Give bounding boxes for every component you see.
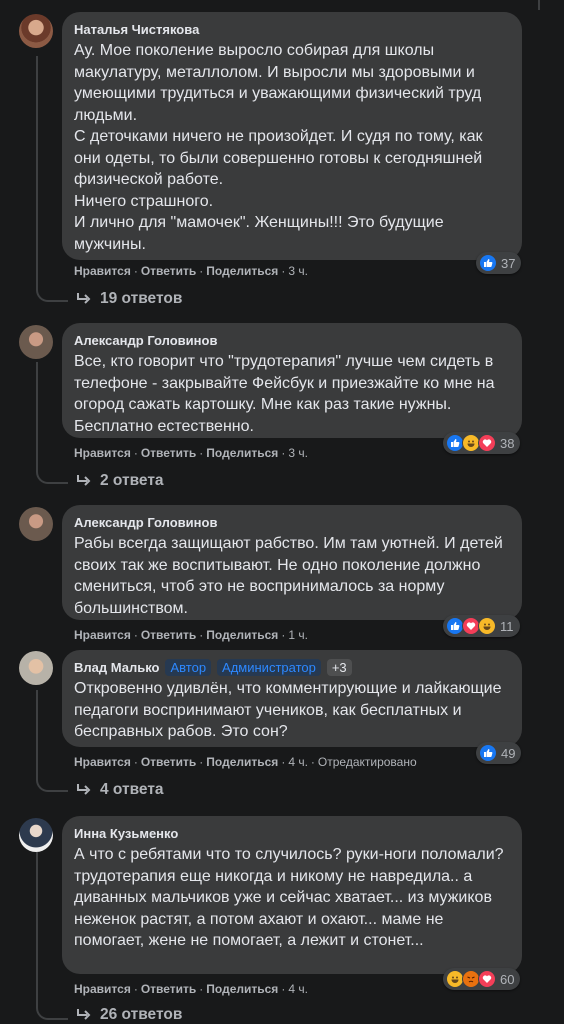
- love-reaction-icon: [478, 434, 496, 452]
- comment-bubble: Александр Головинов Все, кто говорит что…: [62, 323, 522, 438]
- comment-actions: Нравится · Ответить · Поделиться · 4 ч.: [74, 982, 308, 996]
- timestamp[interactable]: 1 ч.: [288, 628, 308, 642]
- reaction-summary[interactable]: 37: [476, 252, 522, 274]
- comment-actions: Нравится · Ответить · Поделиться · 4 ч. · От…: [74, 755, 417, 769]
- view-replies-button[interactable]: 4 ответа: [76, 781, 164, 799]
- reply-arrow-icon: [77, 1009, 91, 1020]
- haha-reaction-icon: [478, 617, 496, 635]
- timestamp[interactable]: 4 ч.: [288, 982, 308, 996]
- like-button[interactable]: Нравится: [74, 628, 131, 642]
- admin-badge: Администратор: [217, 658, 321, 676]
- reaction-count: 37: [501, 255, 516, 271]
- reply-connector: [36, 282, 68, 302]
- reaction-count: 60: [500, 971, 515, 987]
- thread-line: [36, 852, 38, 1000]
- reply-button[interactable]: Ответить: [141, 982, 196, 996]
- comment-bubble: Влад Малько Автор Администратор +3 Откро…: [62, 650, 522, 747]
- reaction-count: 11: [500, 618, 514, 634]
- replies-count: 4 ответа: [100, 781, 164, 798]
- comment-actions: Нравится · Ответить · Поделиться · 1 ч.: [74, 628, 308, 642]
- view-replies-button[interactable]: 2 ответа: [76, 472, 164, 490]
- comment-bubble: Инна Кузьменко А что с ребятами что то с…: [62, 816, 522, 974]
- view-replies-button[interactable]: 19 ответов: [76, 290, 182, 308]
- like-button[interactable]: Нравится: [74, 264, 131, 278]
- like-button[interactable]: Нравится: [74, 446, 131, 460]
- reaction-summary[interactable]: 60: [443, 968, 521, 990]
- reaction-summary[interactable]: 49: [476, 742, 522, 764]
- comment-author[interactable]: Влад Малько: [74, 660, 159, 675]
- comment-text: А что с ребятами что то случилось? руки-…: [74, 846, 504, 949]
- comment-author[interactable]: Александр Головинов: [74, 333, 217, 348]
- timestamp[interactable]: 3 ч.: [288, 446, 308, 460]
- share-button[interactable]: Поделиться: [206, 264, 278, 278]
- timestamp[interactable]: 3 ч.: [288, 264, 308, 278]
- comment-actions: Нравится · Ответить · Поделиться · 3 ч.: [74, 446, 308, 460]
- avatar[interactable]: [19, 14, 53, 48]
- thread-line: [538, 0, 540, 10]
- reply-connector: [36, 1000, 68, 1020]
- thread-line: [36, 56, 38, 282]
- thread-line: [36, 362, 38, 464]
- avatar[interactable]: [19, 818, 53, 852]
- reply-arrow-icon: [77, 475, 91, 486]
- comment-text: Все, кто говорит что "трудотерапия" лучш…: [74, 353, 495, 435]
- love-reaction-icon: [478, 970, 496, 988]
- thread-line: [36, 690, 38, 772]
- comment-text: Ау. Мое поколение выросло собирая для шк…: [74, 42, 483, 253]
- reaction-summary[interactable]: 38: [443, 432, 521, 454]
- more-badges-button[interactable]: +3: [326, 658, 352, 676]
- reaction-count: 38: [500, 435, 515, 451]
- share-button[interactable]: Поделиться: [206, 628, 278, 642]
- comment-author[interactable]: Александр Головинов: [74, 515, 217, 530]
- share-button[interactable]: Поделиться: [206, 982, 278, 996]
- reply-button[interactable]: Ответить: [141, 264, 196, 278]
- like-button[interactable]: Нравится: [74, 755, 131, 769]
- reaction-count: 49: [501, 745, 516, 761]
- reply-arrow-icon: [77, 784, 91, 795]
- avatar[interactable]: [19, 325, 53, 359]
- reply-button[interactable]: Ответить: [141, 755, 196, 769]
- comment-bubble: Наталья Чистякова Ау. Мое поколение выро…: [62, 12, 522, 260]
- share-button[interactable]: Поделиться: [206, 446, 278, 460]
- comment-text: Рабы всегда защищают рабство. Им там уют…: [74, 535, 503, 617]
- reply-connector: [36, 464, 68, 484]
- author-badge: Автор: [165, 658, 212, 676]
- comment-text: Откровенно удивлён, что комментирующие и…: [74, 680, 502, 740]
- share-button[interactable]: Поделиться: [206, 755, 278, 769]
- replies-count: 2 ответа: [100, 472, 164, 489]
- reply-button[interactable]: Ответить: [141, 628, 196, 642]
- reaction-summary[interactable]: 11: [443, 615, 520, 637]
- view-replies-button[interactable]: 26 ответов: [76, 1006, 182, 1024]
- comment-bubble: Александр Головинов Рабы всегда защищают…: [62, 505, 522, 620]
- edited-label: Отредактировано: [317, 755, 417, 769]
- avatar[interactable]: [19, 651, 53, 685]
- replies-count: 26 ответов: [100, 1006, 183, 1023]
- like-button[interactable]: Нравится: [74, 982, 131, 996]
- timestamp[interactable]: 4 ч.: [288, 755, 308, 769]
- like-reaction-icon: [479, 744, 497, 762]
- replies-count: 19 ответов: [100, 290, 183, 307]
- avatar[interactable]: [19, 507, 53, 541]
- like-reaction-icon: [479, 254, 497, 272]
- comment-actions: Нравится · Ответить · Поделиться · 3 ч.: [74, 264, 308, 278]
- reply-arrow-icon: [77, 293, 91, 304]
- comment-author[interactable]: Наталья Чистякова: [74, 22, 199, 37]
- comment-author[interactable]: Инна Кузьменко: [74, 826, 178, 841]
- reply-connector: [36, 772, 68, 792]
- reply-button[interactable]: Ответить: [141, 446, 196, 460]
